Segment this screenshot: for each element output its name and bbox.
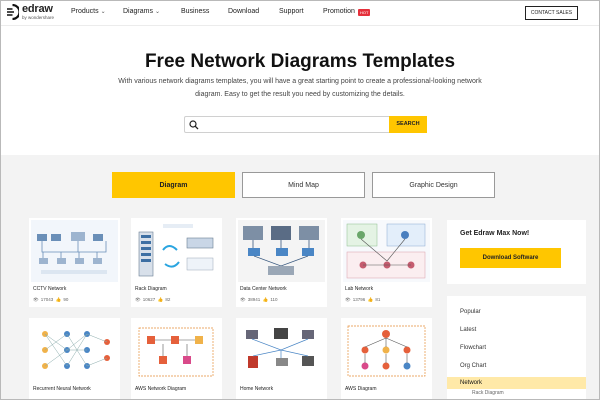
template-thumbnail — [238, 220, 325, 282]
template-card[interactable]: Lab Network 👁 13796 👍 81 — [341, 218, 432, 307]
thumbs-up-icon: 👍 — [367, 297, 374, 302]
chevron-down-icon: ⌄ — [154, 9, 160, 15]
category-org-chart[interactable]: Org Chart — [447, 360, 586, 372]
eye-icon: 👁 — [345, 297, 351, 302]
template-card[interactable]: AWS Network Diagram — [131, 318, 222, 400]
tab-graphic-design[interactable]: Graphic Design — [372, 172, 495, 198]
promo-panel: Get Edraw Max Now! Download Software — [447, 220, 586, 284]
template-thumbnail — [133, 220, 220, 282]
template-card[interactable]: Home Network — [236, 318, 327, 400]
top-navbar: edraw by wondershare Products ⌄ Diagrams ⌄… — [0, 0, 600, 26]
view-count: 38941 — [247, 297, 261, 302]
contact-sales-button[interactable]: CONTACT SALES — [525, 6, 578, 20]
nav-products-label: Products — [71, 8, 99, 15]
view-count: 17043 — [40, 297, 54, 302]
search-input[interactable] — [203, 118, 388, 131]
edraw-logo[interactable]: edraw by wondershare — [6, 3, 66, 22]
search-button[interactable]: SEARCH — [389, 116, 427, 133]
nav-diagrams[interactable]: Diagrams ⌄ — [123, 8, 160, 15]
like-count: 90 — [63, 297, 69, 302]
nav-download[interactable]: Download — [228, 8, 259, 15]
nav-support[interactable]: Support — [279, 8, 304, 15]
category-latest[interactable]: Latest — [447, 324, 586, 336]
nav-diagrams-label: Diagrams — [123, 8, 153, 15]
card-title: AWS Network Diagram — [135, 386, 187, 392]
template-card[interactable]: CCTV Network 👁 17043 👍 90 — [29, 218, 120, 307]
page-title: Free Network Diagrams Templates — [144, 51, 456, 72]
card-title: Lab Network — [345, 286, 374, 292]
download-software-button[interactable]: Download Software — [460, 248, 561, 268]
thumbs-up-icon: 👍 — [157, 297, 164, 302]
like-count: 81 — [375, 297, 381, 302]
template-thumbnail — [343, 220, 430, 282]
nav-products[interactable]: Products ⌄ — [71, 8, 106, 15]
edraw-logo-icon — [7, 4, 19, 20]
card-title: Recurrent Neural Network — [33, 386, 91, 392]
thumbs-up-icon: 👍 — [55, 297, 62, 302]
category-flowchart[interactable]: Flowchart — [447, 342, 586, 354]
logo-word: edraw — [22, 3, 53, 15]
subcategory-rack-diagram[interactable]: Rack Diagram — [472, 390, 504, 396]
card-stats: 👁 17043 👍 90 — [33, 297, 68, 303]
template-card[interactable]: Recurrent Neural Network — [29, 318, 120, 400]
card-stats: 👁 13796 👍 81 — [345, 297, 380, 303]
template-card[interactable]: Rack Diagram 👁 10627 👍 82 — [131, 218, 222, 307]
logo-subtitle: by wondershare — [22, 15, 55, 20]
category-list: Popular Latest Flowchart Org Chart Netwo… — [447, 296, 586, 400]
card-stats: 👁 38941 👍 110 — [240, 297, 278, 303]
eye-icon: 👁 — [240, 297, 246, 302]
template-thumbnail — [133, 320, 220, 382]
like-count: 82 — [165, 297, 171, 302]
like-count: 110 — [270, 297, 278, 302]
template-thumbnail — [31, 220, 118, 282]
card-title: AWS Diagram — [345, 386, 377, 392]
template-thumbnail — [238, 320, 325, 382]
view-count: 10627 — [142, 297, 156, 302]
view-count: 13796 — [352, 297, 366, 302]
search-icon — [189, 120, 199, 130]
nav-promotion[interactable]: Promotion — [323, 8, 355, 15]
card-stats: 👁 10627 👍 82 — [135, 297, 170, 303]
card-title: Home Network — [240, 386, 274, 392]
card-title: Data Center Network — [240, 286, 287, 292]
tab-mind-map[interactable]: Mind Map — [242, 172, 365, 198]
thumbs-up-icon: 👍 — [262, 297, 269, 302]
category-popular[interactable]: Popular — [447, 306, 586, 318]
tab-diagram[interactable]: Diagram — [112, 172, 235, 198]
nav-business[interactable]: Business — [181, 8, 209, 15]
promo-title: Get Edraw Max Now! — [460, 230, 530, 237]
chevron-down-icon: ⌄ — [100, 9, 106, 15]
eye-icon: 👁 — [33, 297, 39, 302]
template-thumbnail — [31, 320, 118, 382]
card-title: CCTV Network — [33, 286, 67, 292]
category-network[interactable]: Network — [447, 377, 586, 389]
page-subtitle: With various network diagrams templates,… — [118, 78, 482, 98]
hot-badge: HOT — [358, 9, 371, 16]
template-card[interactable]: AWS Diagram — [341, 318, 432, 400]
template-card[interactable]: Data Center Network 👁 38941 👍 110 — [236, 218, 327, 307]
card-title: Rack Diagram — [135, 286, 167, 292]
eye-icon: 👁 — [135, 297, 141, 302]
template-thumbnail — [343, 320, 430, 382]
